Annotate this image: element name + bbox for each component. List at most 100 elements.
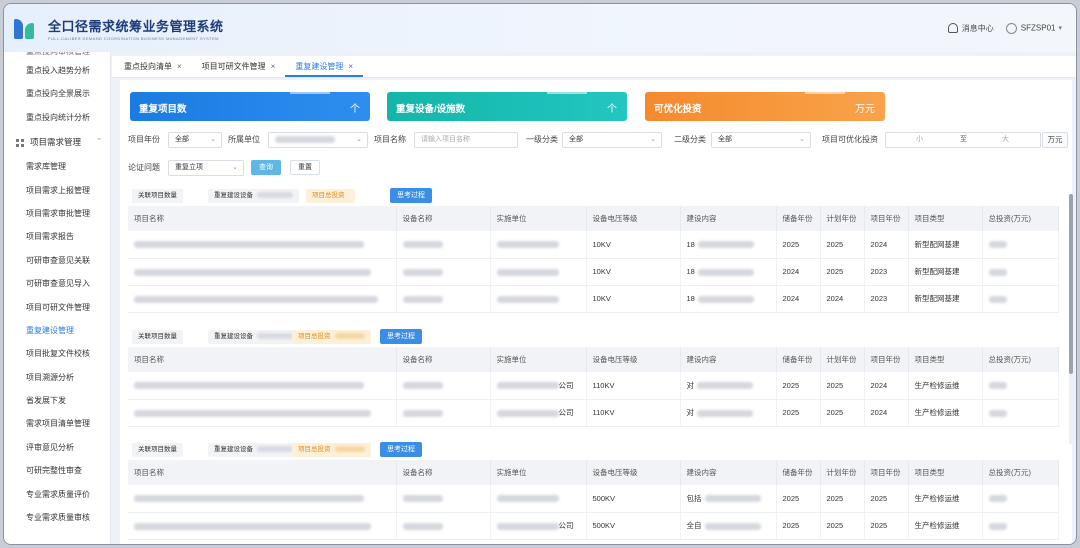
column-header: 项目名称 — [128, 206, 397, 231]
sidebar-item[interactable]: 专业需求质量审核 — [4, 506, 110, 529]
related-count-pill: 关联项目数量 — [132, 330, 183, 344]
sidebar-item[interactable]: 项目可研文件管理 — [4, 296, 110, 319]
cell-project-name — [128, 485, 397, 513]
chevron-down-icon: ⌄ — [356, 136, 362, 143]
range-sep: 至 — [960, 136, 967, 143]
column-header: 设备名称 — [396, 347, 491, 372]
column-header: 项目年份 — [864, 206, 909, 231]
sidebar-item[interactable]: 可研审查意见导入 — [4, 272, 110, 295]
bell-icon — [947, 23, 958, 34]
user-menu[interactable]: SFZSP01 ▾ — [1005, 22, 1062, 34]
sidebar-item[interactable]: 需求项目清单管理 — [4, 412, 110, 435]
cell-project-name — [128, 285, 397, 313]
cell-content-text: 全自 — [686, 521, 702, 530]
column-header: 储备年份 — [776, 206, 821, 231]
cat2-select[interactable]: 全部 ⌄ — [711, 132, 811, 148]
messages-link[interactable]: 消息中心 — [947, 23, 994, 34]
sidebar-item[interactable]: 项目批复文件校核 — [4, 342, 110, 365]
tab-label: 项目可研文件管理 — [201, 62, 266, 71]
table-row[interactable]: 公司 110KV 对 2025 2025 2024 生产检修运维 — [128, 399, 1059, 427]
pill-label: 项目总投资 — [298, 333, 331, 340]
cell-voltage: 500KV — [586, 485, 681, 513]
cell-unit — [490, 485, 587, 513]
cell-total-invest — [982, 399, 1059, 427]
sidebar-item[interactable]: 重复建设管理 — [4, 319, 110, 342]
cell-total-invest — [982, 258, 1059, 286]
sidebar-item[interactable]: 评审意见分析 — [4, 436, 110, 459]
cat1-select[interactable]: 全部 ⌄ — [562, 132, 662, 148]
table-row[interactable]: 10KV 18 2024 2024 2023 新型配网基建 — [128, 285, 1059, 313]
column-header: 计划年份 — [820, 460, 865, 485]
sidebar-item[interactable]: 项目需求报告 — [4, 225, 110, 248]
close-icon[interactable]: × — [177, 62, 182, 71]
sidebar-item[interactable]: 重点投向审核管理 — [4, 52, 110, 59]
thinking-process-button[interactable]: 思考过程 — [390, 188, 432, 203]
sidebar-item[interactable]: 需求库管理 — [4, 155, 110, 178]
thinking-process-button[interactable]: 思考过程 — [380, 329, 422, 344]
year-select[interactable]: 全部 ⌄ — [168, 132, 222, 148]
repeat-equipment-pill: 重复建设设备 — [208, 443, 299, 457]
max-input[interactable]: 大 — [1002, 133, 1009, 147]
unit-select[interactable]: ⌄ — [268, 132, 368, 148]
sidebar-item[interactable]: 项目需求上报管理 — [4, 179, 110, 202]
pill-label: 关联项目数量 — [138, 192, 177, 199]
cell-unit — [490, 285, 587, 313]
project-name-input[interactable]: 请输入项目名称 — [414, 132, 518, 148]
cell-unit-suffix: 公司 — [558, 521, 574, 530]
cell-voltage: 10KV — [586, 258, 681, 286]
sidebar-item[interactable]: 省发展下发 — [4, 389, 110, 412]
table-row[interactable]: 10KV 18 2024 2025 2023 新型配网基建 — [128, 258, 1059, 286]
sidebar-item[interactable]: 项目需求审批管理 — [4, 202, 110, 225]
sidebar-item[interactable]: 重点投向统计分析 — [4, 106, 110, 129]
table-row[interactable]: 500KV 包括 2025 2025 2025 生产检修运维 — [128, 485, 1059, 513]
sidebar-item[interactable]: 可研审查意见关联 — [4, 249, 110, 272]
column-header: 项目名称 — [128, 347, 397, 372]
group-header: 关联项目数量 重复建设设备 项目总投资 思考过程 — [128, 440, 1058, 460]
table-row[interactable]: 10KV 18 2025 2025 2024 新型配网基建 — [128, 231, 1059, 259]
sidebar-group-label: 项目需求管理 — [30, 137, 82, 148]
cell-project-name — [128, 231, 397, 259]
cat2-label: 二级分类 — [674, 135, 706, 144]
card-repeat-projects: 重复项目数 个 — [130, 88, 370, 121]
cell-project-year: 2024 — [864, 231, 909, 259]
sidebar-group-project-demand[interactable]: 项目需求管理 ⌃ — [4, 129, 110, 155]
cell-content: 对 — [680, 372, 777, 400]
invest-range[interactable]: 小 至 大 — [885, 132, 1041, 148]
cell-reserve-year: 2025 — [776, 372, 821, 400]
scrollbar-thumb[interactable] — [1069, 194, 1073, 374]
cell-unit-suffix: 公司 — [558, 408, 574, 417]
column-header: 项目年份 — [864, 460, 909, 485]
pill-label: 项目总投资 — [312, 192, 345, 199]
sidebar-item[interactable]: 可研完整性审查 — [4, 459, 110, 482]
sidebar-item[interactable]: 重点投向全景展示 — [4, 82, 110, 105]
cell-equipment-name — [396, 372, 491, 400]
tab-bar: 重点投向清单 × 项目可研文件管理 × 重复建设管理 × — [112, 56, 1076, 78]
issue-select[interactable]: 重复立项 ⌄ — [168, 160, 244, 176]
close-icon[interactable]: × — [271, 62, 276, 71]
cell-plan-year: 2025 — [820, 258, 865, 286]
cell-reserve-year: 2025 — [776, 485, 821, 513]
tab[interactable]: 重复建设管理 × — [285, 57, 364, 77]
min-input[interactable]: 小 — [916, 133, 923, 147]
chevron-down-icon: ⌄ — [650, 136, 656, 143]
close-icon[interactable]: × — [348, 62, 353, 71]
reset-button[interactable]: 重置 — [290, 160, 320, 175]
tab[interactable]: 重点投向清单 × — [114, 57, 192, 77]
cell-plan-year: 2025 — [820, 372, 865, 400]
table-row[interactable]: 公司 500KV 全自 2025 2025 2025 生产检修运维 — [128, 512, 1059, 540]
repeat-table: 项目名称 设备名称 实施单位 设备电压等级 建设内容 储备年份 计划年份 项目年份 项目类型 总投… — [128, 347, 1059, 427]
tab[interactable]: 项目可研文件管理 × — [192, 57, 286, 77]
thinking-process-button[interactable]: 思考过程 — [380, 442, 422, 457]
sidebar-item[interactable]: 重点投入趋势分析 — [4, 59, 110, 82]
column-header: 总投资(万元) — [982, 347, 1059, 372]
column-header: 建设内容 — [680, 206, 777, 231]
sidebar-item[interactable]: 项目溯源分析 — [4, 366, 110, 389]
sidebar-item[interactable]: 专业需求质量评价 — [4, 483, 110, 506]
query-button[interactable]: 查询 — [251, 160, 281, 175]
repeat-table: 项目名称 设备名称 实施单位 设备电压等级 建设内容 储备年份 计划年份 项目年份 项目类型 总投… — [128, 460, 1059, 540]
card-optimizable-invest: 可优化投资 万元 — [645, 88, 885, 121]
user-name: SFZSP01 — [1020, 23, 1056, 33]
grid-icon — [16, 138, 24, 147]
table-row[interactable]: 公司 110KV 对 2025 2025 2024 生产检修运维 — [128, 372, 1059, 400]
cell-equipment-name — [396, 231, 491, 259]
